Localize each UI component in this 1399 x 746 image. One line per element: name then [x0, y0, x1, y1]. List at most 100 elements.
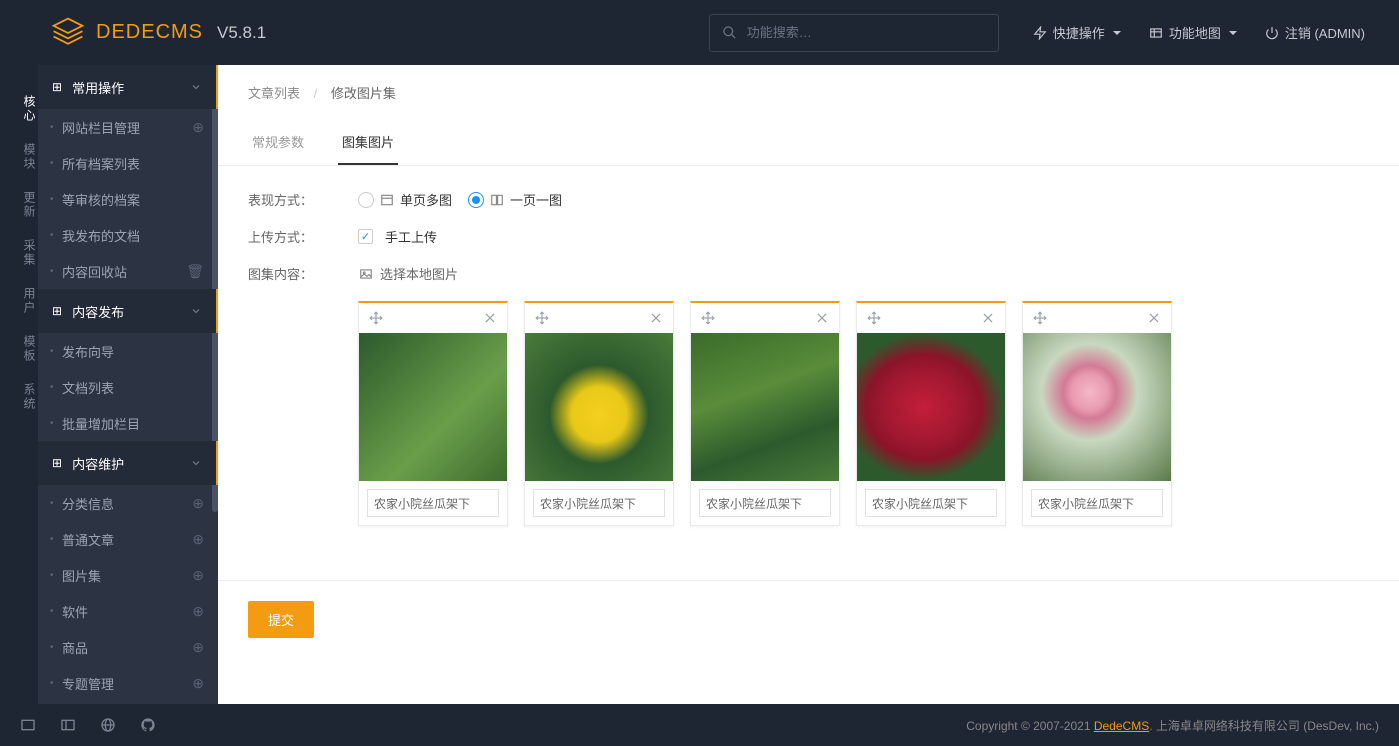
radio-single-page[interactable]: 单页多图: [358, 190, 452, 209]
breadcrumb-link[interactable]: 文章列表: [248, 86, 300, 101]
choose-local-button[interactable]: 选择本地图片: [358, 264, 458, 283]
logout-button[interactable]: 注销 (ADMIN): [1251, 0, 1379, 65]
thumbnail[interactable]: [359, 333, 507, 481]
close-icon[interactable]: [815, 311, 829, 325]
plus-icon[interactable]: ⊕: [192, 531, 204, 548]
globe-icon[interactable]: [100, 717, 116, 733]
sidebar-item-product[interactable]: 商品⊕: [38, 629, 218, 665]
rail-item-core[interactable]: 核心: [0, 85, 38, 133]
map-icon: [1149, 26, 1163, 40]
trash-icon[interactable]: 🗑: [186, 263, 204, 280]
grid-icon: ⊞: [52, 304, 62, 318]
sidebar-item-my-posts[interactable]: 我发布的文档: [38, 217, 218, 253]
sidebar-sub-attachment[interactable]: ⊞ 附件管理: [38, 701, 218, 704]
gallery-card: [358, 301, 508, 526]
breadcrumb: 文章列表 / 修改图片集: [218, 65, 1399, 120]
breadcrumb-current: 修改图片集: [331, 86, 396, 101]
submit-button[interactable]: 提交: [248, 601, 314, 638]
radio-icon: [358, 192, 374, 208]
close-icon[interactable]: [1147, 311, 1161, 325]
sidebar-item-batch-column[interactable]: 批量增加栏目: [38, 405, 218, 441]
plus-icon[interactable]: ⊕: [192, 119, 204, 136]
quick-ops-button[interactable]: 快捷操作: [1019, 0, 1135, 65]
tab-gallery[interactable]: 图集图片: [338, 120, 398, 165]
sidebar-item-all-archives[interactable]: 所有档案列表: [38, 145, 218, 181]
search-box[interactable]: [709, 14, 999, 52]
layout-multi-icon: [380, 193, 394, 207]
menu-group-maintain[interactable]: ⊞ 内容维护: [38, 441, 218, 485]
footer: Copyright © 2007-2021 DedeCMS. 上海卓卓网络科技有…: [0, 704, 1399, 746]
move-icon[interactable]: [535, 311, 549, 325]
thumbnail[interactable]: [691, 333, 839, 481]
chevron-down-icon: [190, 81, 202, 93]
thumbnail[interactable]: [525, 333, 673, 481]
rail-nav: 核心 模块 更新 采集 用户 模板 系统: [0, 65, 38, 704]
chevron-down-icon: [1113, 31, 1121, 35]
header: DEDECMS V5.8.1 快捷操作 功能地图 注销 (ADMIN): [0, 0, 1399, 65]
thumbnail[interactable]: [857, 333, 1005, 481]
sidebar-item-recycle[interactable]: 内容回收站🗑: [38, 253, 218, 289]
move-icon[interactable]: [369, 311, 383, 325]
caption-input[interactable]: [367, 489, 499, 517]
rail-item-module[interactable]: 模块: [0, 133, 38, 181]
chevron-down-icon: [1229, 31, 1237, 35]
plus-icon[interactable]: ⊕: [192, 603, 204, 620]
rail-item-update[interactable]: 更新: [0, 181, 38, 229]
search-input[interactable]: [747, 25, 986, 40]
rail-item-collect[interactable]: 采集: [0, 229, 38, 277]
caption-input[interactable]: [533, 489, 665, 517]
version-text: V5.8.1: [217, 23, 266, 43]
checkbox-manual[interactable]: ✓ 手工上传: [358, 227, 437, 246]
logo[interactable]: DEDECMS V5.8.1: [50, 15, 266, 51]
rail-item-user[interactable]: 用户: [0, 277, 38, 325]
sidebar-item-software[interactable]: 软件⊕: [38, 593, 218, 629]
search-icon: [722, 25, 737, 40]
sidebar-item-category-info[interactable]: 分类信息⊕: [38, 485, 218, 521]
move-icon[interactable]: [701, 311, 715, 325]
sidebar-item-special[interactable]: 专题管理⊕: [38, 665, 218, 701]
main-content: 文章列表 / 修改图片集 常规参数 图集图片 表现方式： 单页多图: [218, 65, 1399, 704]
gallery-card: [856, 301, 1006, 526]
sidebar-item-column-manage[interactable]: 网站栏目管理⊕: [38, 109, 218, 145]
logo-icon: [50, 15, 86, 51]
sidebar-item-gallery[interactable]: 图片集⊕: [38, 557, 218, 593]
close-icon[interactable]: [981, 311, 995, 325]
caption-input[interactable]: [1031, 489, 1163, 517]
close-icon[interactable]: [649, 311, 663, 325]
menu-group-common[interactable]: ⊞ 常用操作: [38, 65, 218, 109]
label-gallery-content: 图集内容：: [248, 264, 358, 283]
rail-item-system[interactable]: 系统: [0, 373, 38, 421]
plus-icon[interactable]: ⊕: [192, 675, 204, 692]
plus-icon[interactable]: ⊕: [192, 639, 204, 656]
close-icon[interactable]: [483, 311, 497, 325]
plus-icon[interactable]: ⊕: [192, 567, 204, 584]
panel-icon[interactable]: [60, 717, 76, 733]
chevron-down-icon: [190, 305, 202, 317]
plus-icon[interactable]: ⊕: [192, 495, 204, 512]
chevron-down-icon: [190, 457, 202, 469]
dedecms-link[interactable]: DedeCMS: [1094, 719, 1149, 733]
move-icon[interactable]: [1033, 311, 1047, 325]
move-icon[interactable]: [867, 311, 881, 325]
power-icon: [1265, 26, 1279, 40]
caption-input[interactable]: [699, 489, 831, 517]
func-map-button[interactable]: 功能地图: [1135, 0, 1251, 65]
window-icon[interactable]: [20, 717, 36, 733]
tabs: 常规参数 图集图片: [218, 120, 1399, 166]
sidebar-item-doc-list[interactable]: 文档列表: [38, 369, 218, 405]
menu-group-publish[interactable]: ⊞ 内容发布: [38, 289, 218, 333]
radio-one-page[interactable]: 一页一图: [468, 190, 562, 209]
caption-input[interactable]: [865, 489, 997, 517]
sidebar-item-pending[interactable]: 等审核的档案: [38, 181, 218, 217]
radio-icon: [468, 192, 484, 208]
thumbnail[interactable]: [1023, 333, 1171, 481]
sidebar-item-publish-wizard[interactable]: 发布向导: [38, 333, 218, 369]
copyright: Copyright © 2007-2021 DedeCMS. 上海卓卓网络科技有…: [966, 717, 1379, 734]
gallery-card: [690, 301, 840, 526]
github-icon[interactable]: [140, 717, 156, 733]
sidebar: ⊞ 常用操作 网站栏目管理⊕ 所有档案列表 等审核的档案 我发布的文档 内容回收…: [38, 65, 218, 704]
label-display-mode: 表现方式：: [248, 190, 358, 209]
rail-item-template[interactable]: 模板: [0, 325, 38, 373]
sidebar-item-article[interactable]: 普通文章⊕: [38, 521, 218, 557]
tab-general[interactable]: 常规参数: [248, 120, 308, 165]
